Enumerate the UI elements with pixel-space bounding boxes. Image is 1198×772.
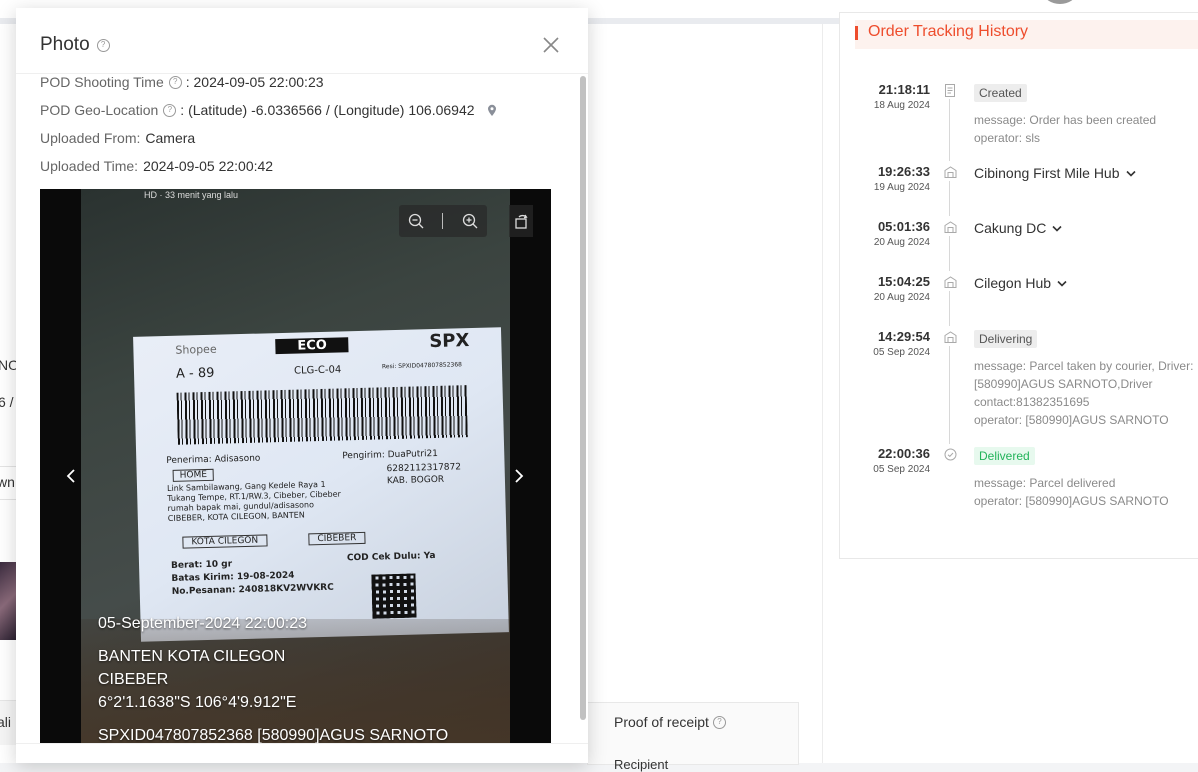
- event-message: message: Order has been created: [974, 113, 1157, 127]
- event-message: message: Parcel delivered: [974, 476, 1116, 490]
- background-text-fragment: 6 /: [0, 394, 14, 410]
- hd-caption: HD · 33 menit yang lalu: [144, 190, 239, 200]
- photo-tracking-driver: SPXID047807852368 [580990]AGUS SARNOTO: [98, 727, 449, 744]
- hub-toggle[interactable]: Cakung DC: [974, 220, 1062, 236]
- photo-timestamp: 05-September-2024 22:00:23: [98, 615, 308, 632]
- event-date: 20 Aug 2024: [873, 237, 930, 248]
- zoom-toolbar: [399, 205, 487, 237]
- uploaded-time: Uploaded Time: 2024-09-05 22:00:42: [40, 158, 274, 174]
- timeline-line: [949, 236, 950, 271]
- hub-name: Cibinong First Mile Hub: [974, 165, 1120, 181]
- help-icon[interactable]: ?: [168, 75, 182, 89]
- chevron-down-icon: [1057, 280, 1067, 287]
- photo-location-line: CIBEBER: [98, 671, 169, 688]
- proof-of-receipt-title: Proof of receipt ?: [614, 714, 726, 730]
- timeline-line: [949, 99, 950, 161]
- event-time: 19:26:33: [877, 164, 930, 179]
- timeline-line: [949, 181, 950, 216]
- event-messages: message: Order has been created operator…: [974, 111, 1196, 147]
- modal-header: Photo ?: [16, 8, 588, 74]
- hub-toggle[interactable]: Cilegon Hub: [974, 275, 1067, 291]
- qr-code: [371, 573, 417, 619]
- event-time: 05:01:36: [877, 219, 930, 234]
- accent-bar: [855, 26, 858, 40]
- photo-location-line: BANTEN KOTA CILEGON: [98, 648, 286, 665]
- event-messages: message: Parcel taken by courier, Driver…: [974, 357, 1196, 429]
- previous-photo-button[interactable]: [61, 459, 81, 493]
- order-tracking-header: Order Tracking History: [855, 20, 1198, 49]
- event-date: 18 Aug 2024: [873, 100, 930, 111]
- event-date: 05 Sep 2024: [873, 347, 930, 358]
- status-badge: Delivering: [974, 330, 1038, 348]
- hub-name: Cilegon Hub: [974, 275, 1052, 291]
- event-messages: message: Parcel delivered operator: [580…: [974, 474, 1196, 510]
- next-photo-button[interactable]: [509, 459, 529, 493]
- event-date: 05 Sep 2024: [873, 464, 930, 475]
- status-badge: Delivered: [974, 447, 1035, 465]
- hub-toggle[interactable]: Cibinong First Mile Hub: [974, 165, 1136, 181]
- location-pin-icon[interactable]: [487, 104, 497, 117]
- chevron-right-icon: [515, 469, 524, 483]
- recipient-label: Recipient: [614, 757, 669, 772]
- event-date: 19 Aug 2024: [873, 182, 930, 193]
- barcode: [176, 385, 468, 445]
- zoom-in-icon[interactable]: [462, 213, 478, 229]
- event-operator: operator: [580990]AGUS SARNOTO: [974, 494, 1169, 508]
- warehouse-icon: [943, 220, 957, 234]
- status-badge: Created: [974, 84, 1027, 102]
- modal-footer: [16, 743, 588, 763]
- event-message: message: Parcel taken by courier, Driver…: [974, 359, 1194, 409]
- modal-title: Photo ?: [40, 34, 110, 56]
- help-icon[interactable]: ?: [712, 715, 726, 729]
- event-date: 20 Aug 2024: [873, 292, 930, 303]
- pod-shooting-time: POD Shooting Time ? : 2024-09-05 22:00:2…: [40, 74, 324, 90]
- toolbar-separator: [442, 213, 444, 229]
- shipping-label: Shopee ECO SPX A - 89 CLG-C-04 Resi: SPX…: [133, 327, 509, 642]
- hub-name: Cakung DC: [974, 220, 1047, 236]
- document-icon: [943, 83, 957, 97]
- event-time: 14:29:54: [877, 329, 930, 344]
- chevron-left-icon: [66, 469, 75, 483]
- avatar[interactable]: [1044, 0, 1076, 4]
- help-icon[interactable]: ?: [163, 103, 177, 117]
- pod-geo-location: POD Geo-Location ? : (Latitude) -6.03365…: [40, 102, 497, 118]
- event-operator: operator: sls: [974, 131, 1041, 145]
- timeline-line: [949, 346, 950, 444]
- proof-of-receipt-section: Proof of receipt ? Recipient: [587, 702, 799, 772]
- photo-coordinates: 6°2'1.1638"S 106°4'9.912"E: [98, 694, 297, 711]
- background-text-fragment: wn: [0, 474, 15, 490]
- warehouse-icon: [943, 330, 957, 344]
- chevron-down-icon: [1125, 170, 1136, 177]
- background-thumbnail[interactable]: [0, 562, 16, 640]
- order-tracking-title: Order Tracking History: [868, 23, 1029, 40]
- event-time: 15:04:25: [877, 274, 930, 289]
- event-time: 21:18:11: [878, 82, 930, 97]
- modal-scrollbar[interactable]: [580, 76, 586, 720]
- rotate-button[interactable]: [509, 205, 533, 237]
- zoom-out-icon[interactable]: [408, 213, 424, 229]
- background-text-fragment: ali: [0, 714, 12, 730]
- help-icon[interactable]: ?: [96, 38, 110, 52]
- uploaded-from: Uploaded From: Camera: [40, 130, 196, 146]
- chevron-down-icon: [1052, 225, 1062, 232]
- rotate-icon: [514, 214, 528, 229]
- warehouse-icon: [943, 165, 957, 179]
- photo-modal: Photo ? POD Shooting Time ? : 2024-09-05…: [16, 8, 588, 763]
- warehouse-icon: [943, 275, 957, 289]
- event-time: 22:00:36: [877, 446, 930, 461]
- check-circle-icon: [943, 447, 957, 461]
- event-operator: operator: [580990]AGUS SARNOTO: [974, 413, 1169, 427]
- close-icon[interactable]: [542, 36, 560, 54]
- timeline-line: [949, 291, 950, 326]
- pod-photo-viewer[interactable]: HD · 33 menit yang lalu Shopee ECO SPX A…: [40, 189, 551, 744]
